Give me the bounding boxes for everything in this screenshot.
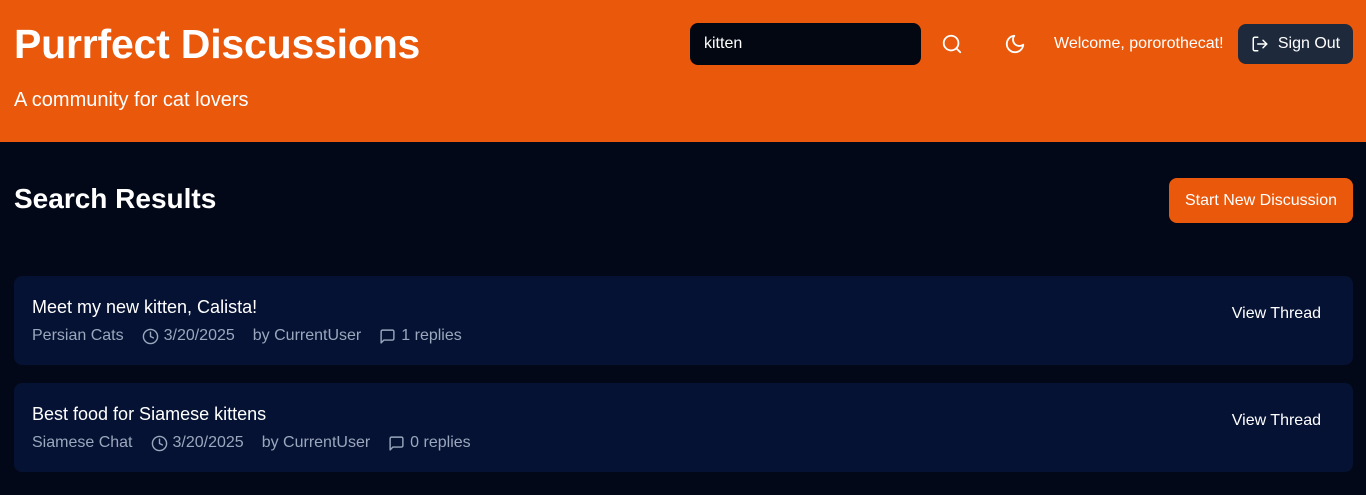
message-square-icon: [380, 328, 395, 344]
page-title: Search Results: [14, 183, 217, 214]
site-header: Purrfect Discussions A community for cat…: [0, 0, 1366, 142]
thread-date: 3/20/2025: [151, 433, 244, 453]
start-new-discussion-button[interactable]: Start New Discussion: [1169, 178, 1353, 223]
search-result-card[interactable]: Meet my new kitten, Calista! Persian Cat…: [14, 276, 1353, 365]
thread-meta: Siamese Chat 3/20/2025 by CurrentUser 0 …: [32, 433, 489, 453]
site-title: Purrfect Discussions: [14, 21, 421, 67]
search-result-card[interactable]: Best food for Siamese kittens Siamese Ch…: [14, 383, 1353, 472]
clock-icon: [142, 328, 158, 344]
thread-date-text: 3/20/2025: [163, 327, 235, 344]
thread-date: 3/20/2025: [142, 326, 235, 346]
thread-replies-text: 1 replies: [401, 327, 462, 344]
thread-replies: 1 replies: [379, 326, 462, 346]
clock-icon: [151, 435, 167, 451]
thread-title[interactable]: Meet my new kitten, Calista!: [32, 296, 257, 318]
message-square-icon: [389, 435, 404, 451]
log-out-icon: [1252, 36, 1268, 52]
thread-replies: 0 replies: [388, 433, 471, 453]
site-tagline: A community for cat lovers: [14, 89, 249, 111]
thread-date-text: 3/20/2025: [172, 434, 244, 451]
view-thread-button[interactable]: View Thread: [1232, 304, 1321, 324]
search-icon: [942, 34, 962, 54]
welcome-message: Welcome, pororothecat!: [1054, 35, 1224, 52]
thread-category: Persian Cats: [32, 327, 124, 344]
view-thread-button[interactable]: View Thread: [1232, 411, 1321, 431]
thread-category: Siamese Chat: [32, 434, 133, 451]
thread-author: by CurrentUser: [252, 327, 362, 344]
search-button[interactable]: [937, 29, 967, 59]
sign-out-button[interactable]: Sign Out: [1238, 24, 1353, 64]
search-input[interactable]: [690, 23, 921, 65]
thread-replies-text: 0 replies: [410, 434, 471, 451]
thread-author: by CurrentUser: [261, 434, 371, 451]
sign-out-label: Sign Out: [1277, 35, 1341, 52]
moon-icon: [1005, 34, 1025, 54]
thread-meta: Persian Cats 3/20/2025 by CurrentUser 1 …: [32, 326, 480, 346]
theme-toggle-button[interactable]: [1000, 29, 1030, 59]
thread-title[interactable]: Best food for Siamese kittens: [32, 403, 266, 425]
